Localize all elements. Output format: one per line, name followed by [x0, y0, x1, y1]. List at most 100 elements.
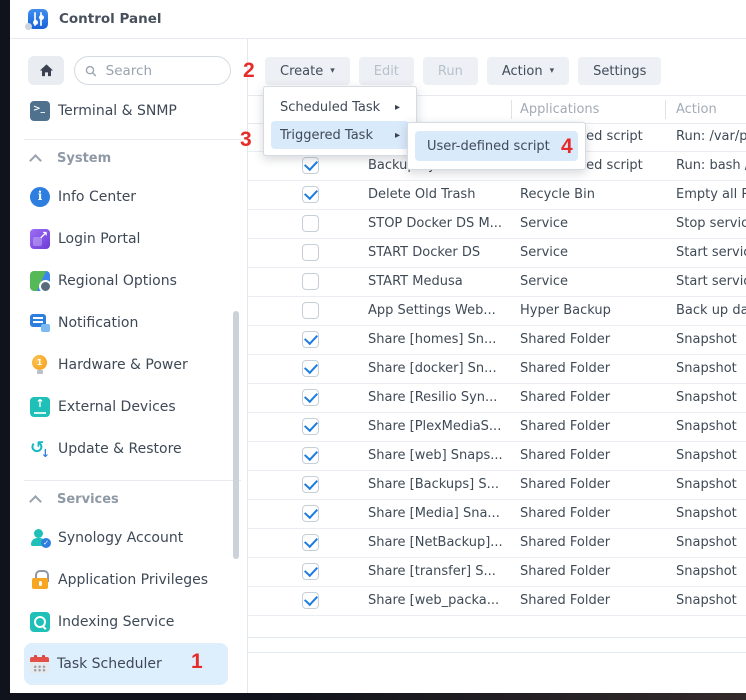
table-row[interactable]: Share [web] Snaps... Shared Folder Snaps…	[248, 442, 746, 471]
info-icon: i	[30, 187, 50, 207]
row-checkbox[interactable]	[302, 360, 319, 377]
task-table-body: User-defined script Run: /var/p Backup S…	[248, 123, 746, 616]
sidebar-item-hardware-power[interactable]: Hardware & Power	[24, 344, 228, 386]
hardware-icon	[30, 355, 50, 375]
sidebar-item-indexing-service[interactable]: Indexing Service	[24, 601, 228, 643]
task-name-cell: START Medusa	[368, 268, 463, 296]
table-row[interactable]: STOP Docker DS M... Service Stop servic	[248, 210, 746, 239]
table-row[interactable]: Share [homes] Sn... Shared Folder Snapsh…	[248, 326, 746, 355]
sidebar-nav: >_ Terminal & SNMP System i Info Center …	[10, 93, 247, 685]
sidebar-item-login-portal[interactable]: ↗ Login Portal	[24, 218, 228, 260]
row-checkbox[interactable]	[302, 186, 319, 203]
sidebar-item-update-restore[interactable]: ↺↓ Update & Restore	[24, 428, 228, 470]
row-checkbox[interactable]	[302, 244, 319, 261]
sidebar-item-synology-account[interactable]: ✓ Synology Account	[24, 517, 228, 559]
row-checkbox[interactable]	[302, 418, 319, 435]
indexing-icon	[30, 612, 50, 632]
row-checkbox[interactable]	[302, 389, 319, 406]
annotation-4: 4	[561, 136, 573, 157]
edit-button[interactable]: Edit	[359, 57, 414, 85]
table-footer-line	[248, 637, 746, 638]
table-row[interactable]: Share [Media] Sna... Shared Folder Snaps…	[248, 500, 746, 529]
table-row[interactable]: START Docker DS Service Start servic	[248, 239, 746, 268]
row-checkbox[interactable]	[302, 447, 319, 464]
create-submenu: User-defined script	[407, 122, 586, 170]
row-checkbox[interactable]	[302, 215, 319, 232]
search-box[interactable]	[74, 56, 231, 85]
privileges-icon	[30, 570, 50, 590]
applications-cell: Recycle Bin	[520, 181, 595, 209]
submenu-arrow-icon: ▸	[395, 130, 400, 141]
table-row[interactable]: Delete Old Trash Recycle Bin Empty all R	[248, 181, 746, 210]
task-name-cell: Delete Old Trash	[368, 181, 475, 209]
column-header-action[interactable]: Action	[676, 96, 717, 123]
sidebar-item-regional-options[interactable]: Regional Options	[24, 260, 228, 302]
row-checkbox[interactable]	[302, 592, 319, 609]
table-row[interactable]: Share [web_packa... Shared Folder Snapsh…	[248, 587, 746, 616]
column-header-applications[interactable]: Applications	[520, 96, 599, 123]
section-header-system[interactable]: System	[10, 140, 247, 176]
action-cell: Snapshot	[676, 442, 737, 470]
action-button[interactable]: Action▾	[487, 57, 569, 85]
table-row[interactable]: START Medusa Service Start servic	[248, 268, 746, 297]
action-cell: Snapshot	[676, 500, 737, 528]
row-checkbox[interactable]	[302, 534, 319, 551]
table-row[interactable]: Share [PlexMediaS... Shared Folder Snaps…	[248, 413, 746, 442]
search-input[interactable]	[104, 62, 220, 80]
annotation-2: 2	[243, 60, 255, 81]
notification-icon	[30, 313, 50, 333]
action-cell: Start servic	[676, 268, 746, 296]
table-row[interactable]: Share [Resilio Syn... Shared Folder Snap…	[248, 384, 746, 413]
row-checkbox[interactable]	[302, 157, 319, 174]
control-panel-app-icon	[28, 9, 48, 29]
menu-item-user-defined-script[interactable]: User-defined script	[415, 131, 578, 161]
row-checkbox[interactable]	[302, 331, 319, 348]
applications-cell: Shared Folder	[520, 500, 610, 528]
sidebar-scrollbar[interactable]	[233, 311, 239, 559]
sidebar-item-external-devices[interactable]: ↑ External Devices	[24, 386, 228, 428]
menu-item-scheduled-task[interactable]: Scheduled Task▸	[264, 93, 416, 121]
chevron-up-icon	[30, 153, 42, 163]
create-button[interactable]: Create▾	[265, 57, 350, 85]
annotation-1: 1	[191, 651, 203, 672]
task-name-cell: Share [web] Snaps...	[368, 442, 503, 470]
action-cell: Snapshot	[676, 326, 737, 354]
table-row[interactable]: App Settings Web... Hyper Backup Back up…	[248, 297, 746, 326]
row-checkbox[interactable]	[302, 273, 319, 290]
row-checkbox[interactable]	[302, 476, 319, 493]
applications-cell: Shared Folder	[520, 529, 610, 557]
settings-button[interactable]: Settings	[578, 57, 661, 85]
action-cell: Snapshot	[676, 558, 737, 586]
task-name-cell: Share [NetBackup]...	[368, 529, 503, 557]
applications-cell: Shared Folder	[520, 587, 610, 615]
run-button[interactable]: Run	[423, 57, 478, 85]
table-row[interactable]: Share [transfer] S... Shared Folder Snap…	[248, 558, 746, 587]
sidebar-item-terminal-snmp[interactable]: >_ Terminal & SNMP	[24, 93, 228, 129]
action-cell: Stop servic	[676, 210, 746, 238]
table-row[interactable]: Share [docker] Sn... Shared Folder Snaps…	[248, 355, 746, 384]
table-row[interactable]: Share [Backups] S... Shared Folder Snaps…	[248, 471, 746, 500]
submenu-arrow-icon: ▸	[395, 102, 400, 113]
caret-down-icon: ▾	[330, 66, 335, 76]
section-header-services[interactable]: Services	[10, 481, 247, 517]
action-cell: Snapshot	[676, 529, 737, 557]
applications-cell: Shared Folder	[520, 442, 610, 470]
action-cell: Run: /var/p	[676, 123, 746, 151]
row-checkbox[interactable]	[302, 505, 319, 522]
row-checkbox[interactable]	[302, 563, 319, 580]
table-row[interactable]: Share [NetBackup]... Shared Folder Snaps…	[248, 529, 746, 558]
home-button[interactable]	[28, 56, 64, 85]
action-cell: Snapshot	[676, 587, 737, 615]
column-separator	[665, 100, 666, 119]
action-cell: Empty all R	[676, 181, 746, 209]
applications-cell: Shared Folder	[520, 384, 610, 412]
chevron-up-icon	[30, 494, 42, 504]
menu-item-triggered-task[interactable]: Triggered Task▸	[271, 121, 409, 149]
sidebar-item-application-privileges[interactable]: Application Privileges	[24, 559, 228, 601]
sidebar-item-info-center[interactable]: i Info Center	[24, 176, 228, 218]
sidebar-item-notification[interactable]: Notification	[24, 302, 228, 344]
row-checkbox[interactable]	[302, 302, 319, 319]
applications-cell: Shared Folder	[520, 413, 610, 441]
window-title: Control Panel	[59, 11, 162, 27]
annotation-3: 3	[240, 129, 252, 150]
